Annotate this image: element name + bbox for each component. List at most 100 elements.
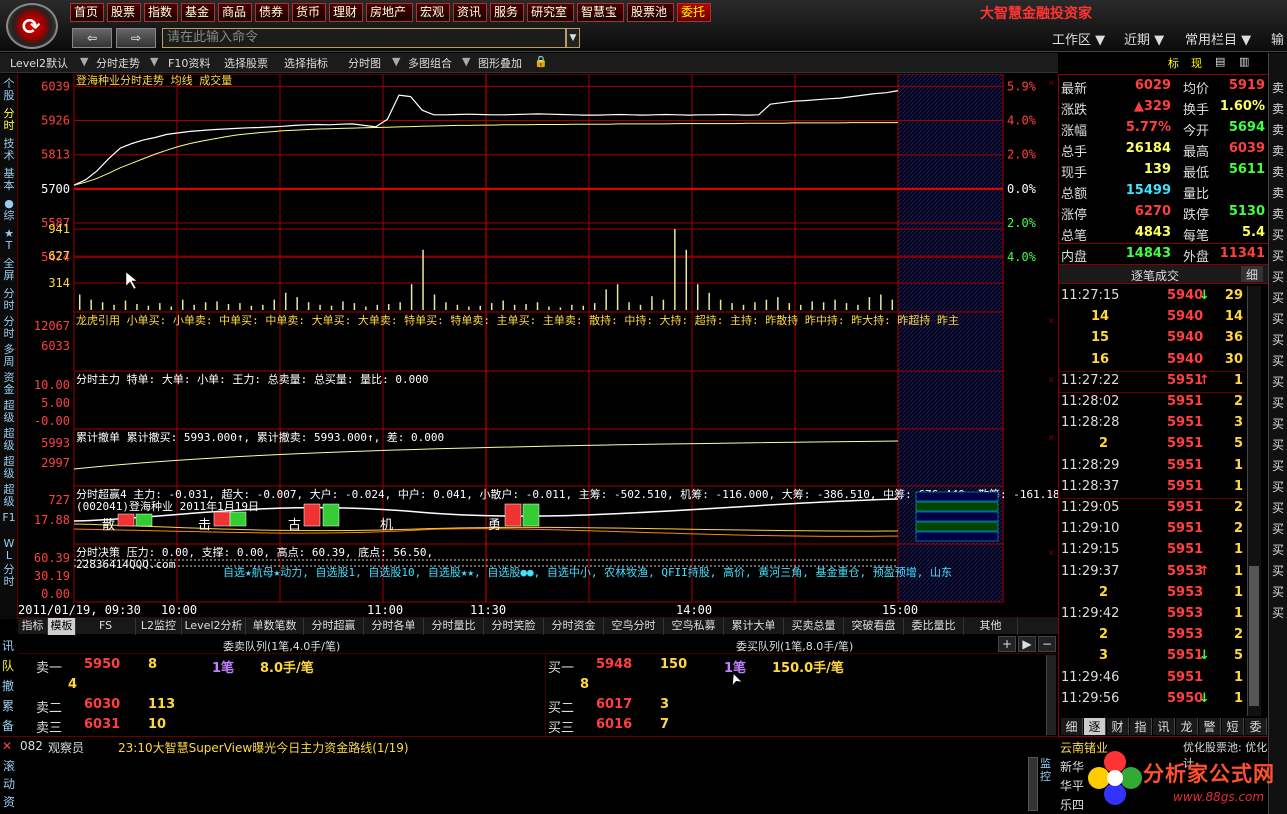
toolbar-intraday[interactable]: 分时走势 — [96, 55, 140, 71]
toolbar-right-button[interactable]: 现 — [1191, 55, 1202, 71]
news-scrollbar[interactable] — [1028, 757, 1038, 811]
quote-tab[interactable]: 指 — [1130, 718, 1152, 735]
news-tab[interactable]: 新华 — [1060, 758, 1084, 775]
indicator-tab[interactable]: 分时量比 — [424, 618, 484, 635]
ticks-scrollbar[interactable] — [1247, 286, 1261, 716]
nav-item[interactable]: 首页 — [70, 3, 104, 22]
panel-close-icon[interactable]: × — [1048, 314, 1055, 327]
indicator-tab[interactable]: 分时各单 — [364, 618, 424, 635]
panel-close-icon[interactable]: × — [1048, 546, 1055, 559]
left-tab[interactable]: ★T — [1, 228, 17, 252]
toolbar-select-indicator[interactable]: 选择指标 — [284, 55, 328, 71]
left-tab[interactable]: 超级 — [1, 400, 17, 424]
left-tab[interactable]: 个股 — [1, 78, 17, 102]
indicator-tab[interactable]: L2监控 — [136, 618, 182, 635]
indicator-tab[interactable]: 累计大单 — [724, 618, 784, 635]
indicator-tab[interactable]: 买卖总量 — [784, 618, 844, 635]
extra-menu[interactable]: 输 — [1271, 29, 1284, 48]
queue-side-tab[interactable]: 备 — [2, 717, 14, 734]
close-icon[interactable]: ✕ — [2, 739, 12, 753]
left-tab[interactable]: 多周 — [1, 344, 17, 368]
recent-menu[interactable]: 近期 ▼ — [1124, 29, 1164, 48]
quote-tab[interactable]: 短 — [1222, 718, 1244, 735]
left-tab[interactable]: 分时 — [1, 108, 17, 132]
left-tab[interactable]: WL — [1, 538, 17, 562]
ticks-detail-button[interactable]: 细 — [1241, 266, 1263, 282]
toolbar-multi-chart[interactable]: 多图组合 — [408, 55, 452, 71]
indicator-tab[interactable]: Level2分析 — [182, 618, 246, 635]
toolbar-level2[interactable]: Level2默认 — [10, 55, 68, 71]
status-side-tab[interactable]: 资 — [3, 793, 15, 810]
queue-side-tab[interactable]: 撤 — [2, 677, 14, 694]
quote-tab[interactable]: 财 — [1107, 718, 1129, 735]
quote-tab[interactable]: 逐 — [1084, 718, 1106, 735]
indicator-tab[interactable]: 分时笑脸 — [484, 618, 544, 635]
indicator-tab[interactable]: 其他 — [964, 618, 1018, 635]
scrollbar-thumb[interactable] — [1249, 566, 1259, 706]
nav-item[interactable]: 股票池 — [627, 3, 674, 22]
indicator-tab[interactable]: 单数笔数 — [246, 618, 304, 635]
left-tab[interactable]: 分时 — [1, 288, 17, 312]
left-tab[interactable]: 技术 — [1, 138, 17, 162]
left-tab[interactable]: 超级 — [1, 428, 17, 452]
panel-close-icon[interactable]: × — [1048, 76, 1055, 89]
toolbar-overlay[interactable]: 图形叠加 — [478, 55, 522, 71]
quote-tab[interactable]: 警 — [1199, 718, 1221, 735]
intraday-chart[interactable]: × × × × × × 6039 5.9% 5926 4.0% 5813 2.0% 5700 0.0% 55… — [18, 73, 1073, 619]
next-button[interactable]: ▶ — [1018, 636, 1036, 652]
news-tab[interactable]: 乐四 — [1060, 796, 1084, 813]
nav-item[interactable]: 基金 — [181, 3, 215, 22]
quote-tab[interactable]: 龙 — [1176, 718, 1198, 735]
queue-side-tab[interactable]: 讯 — [2, 637, 14, 654]
indicator-tab[interactable]: FS — [76, 618, 136, 635]
nav-item[interactable]: 资讯 — [453, 3, 487, 22]
app-logo-icon[interactable]: ⟳ — [6, 3, 58, 49]
nav-item[interactable]: 委托 — [677, 3, 711, 22]
toolbar-arrow-icon[interactable]: ▼ — [392, 55, 400, 68]
toolbar-time-chart[interactable]: 分时图 — [348, 55, 381, 71]
command-dropdown-icon[interactable]: ▼ — [566, 28, 580, 48]
panel-close-icon[interactable]: × — [1048, 373, 1055, 386]
grid-icon[interactable]: ▤ — [1215, 55, 1225, 68]
nav-item[interactable]: 指数 — [144, 3, 178, 22]
nav-item[interactable]: 股票 — [107, 3, 141, 22]
monitor-tab[interactable]: 监控 — [1040, 757, 1054, 783]
workspace-menu[interactable]: 工作区 ▼ — [1052, 29, 1105, 48]
left-tab[interactable]: 超级 — [1, 456, 17, 480]
indicator-tab[interactable]: 突破看盘 — [844, 618, 904, 635]
nav-item[interactable]: 商品 — [218, 3, 252, 22]
nav-item[interactable]: 房地产 — [366, 3, 413, 22]
nav-item[interactable]: 研究室 — [527, 3, 574, 22]
left-tab[interactable]: 超级 — [1, 484, 17, 508]
toolbar-f10[interactable]: F10资料 — [168, 55, 210, 71]
toolbar-select-stock[interactable]: 选择股票 — [224, 55, 268, 71]
watchlist-notice[interactable]: 自选★航母★动力, 自选股1, 自选股10, 自选股★★, 自选股●●, 自选中… — [223, 565, 952, 579]
left-tab[interactable]: ●综 — [1, 198, 17, 222]
toolbar-arrow-icon[interactable]: ▼ — [462, 55, 470, 68]
command-input[interactable]: 请在此输入命令 — [162, 28, 566, 48]
nav-item[interactable]: 债券 — [255, 3, 289, 22]
quote-tab[interactable]: 讯 — [1153, 718, 1175, 735]
nav-item[interactable]: 理财 — [329, 3, 363, 22]
queue-scrollbar[interactable] — [1046, 655, 1056, 735]
toolbar-arrow-icon[interactable]: ▼ — [150, 55, 158, 68]
lock-icon[interactable]: 🔒 — [534, 55, 548, 68]
indicator-tab[interactable]: 空鸟分时 — [604, 618, 664, 635]
status-side-tab[interactable]: 动 — [3, 775, 15, 792]
panel-close-icon[interactable]: × — [1048, 431, 1055, 444]
nav-item[interactable]: 智慧宝 — [577, 3, 624, 22]
indicator-tab[interactable]: 分时资金 — [544, 618, 604, 635]
toolbar-right-button[interactable]: 标 — [1168, 55, 1179, 71]
queue-side-tab[interactable]: 队 — [2, 657, 14, 674]
indicator-tab[interactable]: 分时超赢 — [304, 618, 364, 635]
left-tab[interactable]: 资金 — [1, 372, 17, 396]
news-tab[interactable]: 华平 — [1060, 777, 1084, 794]
quote-tab[interactable]: 委 — [1245, 718, 1267, 735]
back-button[interactable]: ⇦ — [72, 28, 112, 48]
collapse-button[interactable]: − — [1038, 636, 1056, 652]
left-tab[interactable]: 全屏 — [1, 258, 17, 282]
queue-side-tab[interactable]: 累 — [2, 697, 14, 714]
left-tab[interactable]: 基本 — [1, 168, 17, 192]
forward-button[interactable]: ⇨ — [116, 28, 156, 48]
panel-icon[interactable]: ▥ — [1239, 55, 1249, 68]
